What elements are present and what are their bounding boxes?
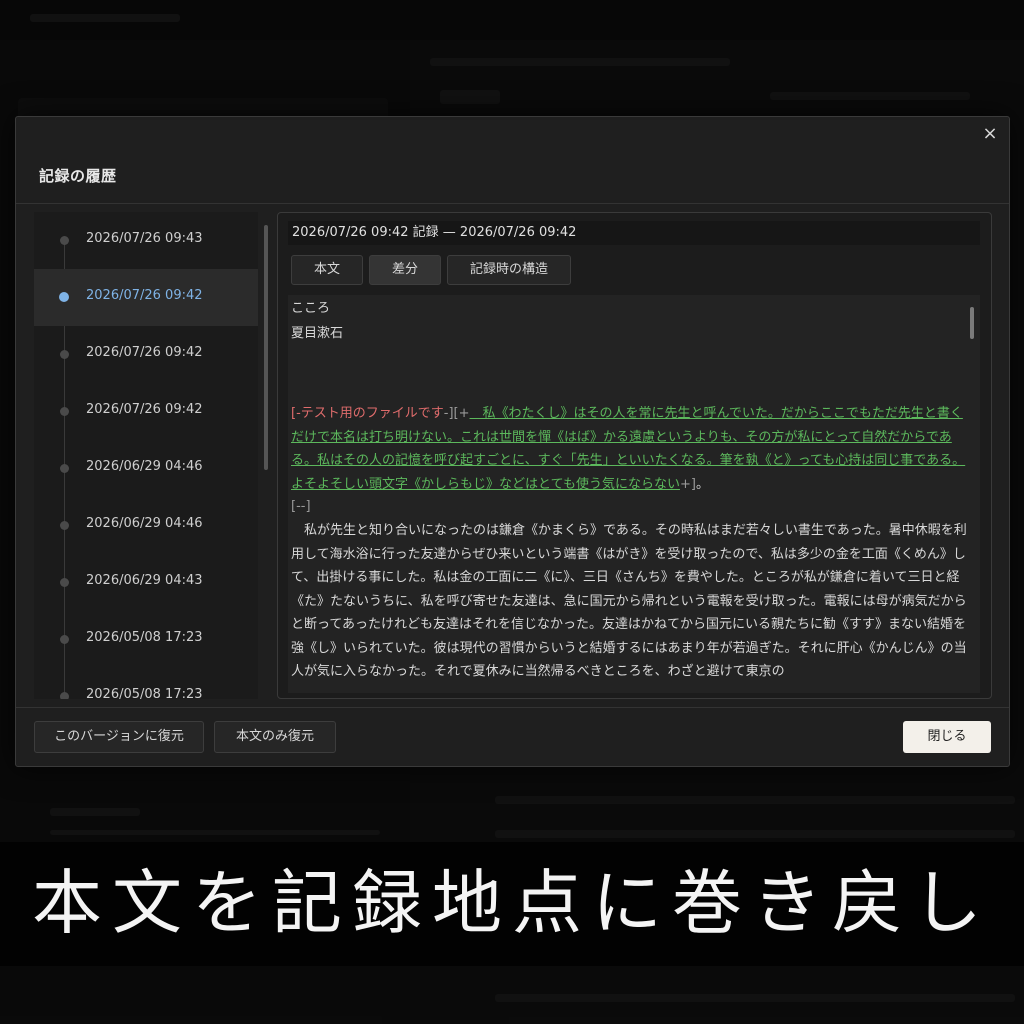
detail-header: 2026/07/26 09:42 記録 — 2026/07/26 09:42 xyxy=(288,221,980,245)
body-text: 私が先生と知り合いになったのは鎌倉《かまくら》である。その時私はまだ若々しい書生… xyxy=(291,523,967,679)
timeline-dot-icon xyxy=(60,578,69,587)
document-author: 夏目漱石 xyxy=(291,326,344,341)
content-scrollbar[interactable] xyxy=(970,307,974,339)
history-item[interactable]: 2026/06/29 04:46 xyxy=(34,497,258,554)
history-modal: 記録の履歴 × 2026/07/26 09:43 2026/07/26 09:4… xyxy=(15,116,1010,767)
history-item[interactable]: 2026/05/08 17:23 xyxy=(34,611,258,668)
tab-structure[interactable]: 記録時の構造 xyxy=(447,255,572,285)
view-tabs: 本文 差分 記録時の構造 xyxy=(291,255,572,285)
history-item[interactable]: 2026/05/08 17:23 xyxy=(34,668,258,699)
tab-diff[interactable]: 差分 xyxy=(369,255,442,285)
caption-text: 本文を記録地点に巻き戻し xyxy=(32,862,992,944)
history-list[interactable]: 2026/07/26 09:43 2026/07/26 09:42 2026/0… xyxy=(34,212,258,699)
timeline-dot-icon xyxy=(59,292,69,302)
timeline-dot-icon xyxy=(60,407,69,416)
detail-pane: 2026/07/26 09:42 記録 — 2026/07/26 09:42 本… xyxy=(277,212,992,699)
history-item[interactable]: 2026/07/26 09:42 xyxy=(34,326,258,383)
diff-open-inserted: [+ xyxy=(453,406,470,421)
timeline-dot-icon xyxy=(60,692,69,699)
diff-deleted-text: テスト用のファイルです xyxy=(300,406,444,421)
history-scrollbar[interactable] xyxy=(264,225,268,470)
history-item-time: 2026/07/26 09:42 xyxy=(86,288,203,303)
timeline-dot-icon xyxy=(60,350,69,359)
diff-open-deleted: [- xyxy=(291,406,301,421)
history-item[interactable]: 2026/07/26 09:42 xyxy=(34,383,258,440)
restore-body-button[interactable]: 本文のみ復元 xyxy=(214,721,336,753)
diff-block: [-テスト用のファイルです-][+ 私《わたくし》はその人を常に先生と呼んでいた… xyxy=(291,402,971,496)
history-item[interactable]: 2026/07/26 09:43 xyxy=(34,212,258,269)
history-item[interactable]: 2026/06/29 04:46 xyxy=(34,440,258,497)
history-item-time: 2026/07/26 09:42 xyxy=(86,402,203,417)
timeline-dot-icon xyxy=(60,236,69,245)
divider xyxy=(16,707,1009,708)
history-item-time: 2026/06/29 04:46 xyxy=(86,459,203,474)
history-item-time: 2026/06/29 04:46 xyxy=(86,516,203,531)
diff-content[interactable]: こころ 夏目漱石 [-テスト用のファイルです-][+ 私《わたくし》はその人を常… xyxy=(288,295,980,693)
modal-title: 記録の履歴 xyxy=(39,167,117,185)
restore-version-button[interactable]: このバージョンに復元 xyxy=(34,721,204,753)
timeline-dot-icon xyxy=(60,464,69,473)
diff-close-deleted: -] xyxy=(443,406,454,421)
history-item-time: 2026/06/29 04:43 xyxy=(86,573,203,588)
close-button[interactable]: 閉じる xyxy=(903,721,991,753)
document-title: こころ xyxy=(291,301,331,316)
close-icon[interactable]: × xyxy=(979,123,1001,145)
diff-trailing-text: 。 xyxy=(695,476,709,492)
history-item-selected[interactable]: 2026/07/26 09:42 xyxy=(34,269,258,326)
timeline-dot-icon xyxy=(60,635,69,644)
tab-body[interactable]: 本文 xyxy=(291,255,364,285)
history-item[interactable]: 2026/06/29 04:43 xyxy=(34,554,258,611)
history-item-time: 2026/07/26 09:42 xyxy=(86,345,203,360)
divider xyxy=(16,203,1009,204)
diff-close-inserted: +] xyxy=(679,476,696,492)
history-item-time: 2026/07/26 09:43 xyxy=(86,231,203,246)
history-item-time: 2026/05/08 17:23 xyxy=(86,687,203,699)
history-item-time: 2026/05/08 17:23 xyxy=(86,630,203,645)
timeline-dot-icon xyxy=(60,521,69,530)
diff-marker: [--] xyxy=(291,499,311,514)
